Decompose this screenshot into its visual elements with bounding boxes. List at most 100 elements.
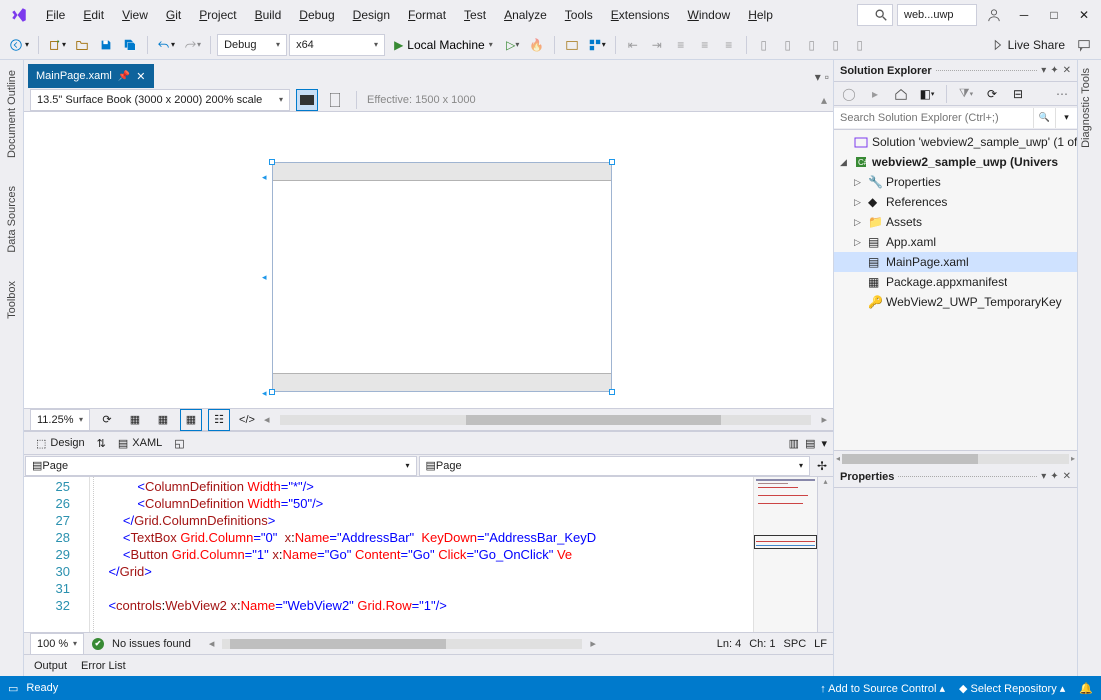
rail-diagnostic-tools[interactable]: Diagnostic Tools [1078, 60, 1094, 156]
panel-close-icon[interactable]: ✕ [1063, 65, 1071, 76]
code-vscroll[interactable]: ▴ [817, 477, 833, 632]
orient-port-icon[interactable] [324, 89, 346, 111]
designer-canvas[interactable]: ◂ ◂ ◂ [24, 112, 833, 408]
popout-icon[interactable]: ◱ [174, 437, 184, 450]
tree-node[interactable]: ▦Package.appxmanifest [834, 272, 1077, 292]
start-nodbg-button[interactable]: ▷▾ [502, 34, 524, 56]
feedback-icon[interactable] [1073, 34, 1095, 56]
split-editor-icon[interactable]: ✢ [811, 455, 833, 477]
add-source-control[interactable]: ↑ Add to Source Control ▴ [820, 682, 945, 695]
close-button[interactable]: ✕ [1071, 2, 1097, 28]
menu-help[interactable]: Help [740, 4, 781, 26]
code-editor[interactable]: 2526272829303132 <ColumnDefinition Width… [24, 477, 833, 632]
panel-hscroll[interactable]: ◂▸ [834, 450, 1077, 466]
split-v-icon[interactable]: ▤ [805, 437, 815, 450]
start-button[interactable]: ▶Local Machine▾ [387, 34, 500, 56]
panel-menu-icon[interactable]: ▾ [1041, 65, 1046, 76]
tab-close-icon[interactable]: ✕ [136, 70, 145, 83]
collapse-all-icon[interactable]: ⊟ [1007, 83, 1029, 105]
solution-search[interactable]: 🔍 ▾ [834, 106, 1077, 130]
tree-node[interactable]: ▷📁Assets [834, 212, 1077, 232]
save-button[interactable] [95, 34, 117, 56]
tabwell-menu-icon[interactable]: ▾ [815, 70, 821, 84]
grid1-icon[interactable]: ▦ [124, 409, 146, 431]
max-button[interactable]: □ [1041, 2, 1067, 28]
search-go-icon[interactable]: 🔍 [1033, 108, 1055, 128]
more-icon[interactable]: ⋯ [1051, 83, 1073, 105]
split-h-icon[interactable]: ▥ [789, 437, 799, 450]
solution-tree[interactable]: Solution 'webview2_sample_uwp' (1 of◢C#w… [834, 130, 1077, 450]
menu-debug[interactable]: Debug [291, 4, 342, 26]
tree-node[interactable]: ▷▤App.xaml [834, 232, 1077, 252]
swap-panes-icon[interactable]: ⇅ [97, 437, 106, 450]
tabwell-more-icon[interactable]: ▫ [825, 70, 829, 84]
code-member-combo[interactable]: ▤ Page▾ [419, 456, 811, 476]
notifications-icon[interactable]: 🔔 [1079, 682, 1093, 695]
pin-icon[interactable]: ✦ [1050, 65, 1058, 76]
filter-icon[interactable]: ⧩▾ [955, 83, 977, 105]
redo-button[interactable]: ▾ [180, 34, 204, 56]
tree-node[interactable]: Solution 'webview2_sample_uwp' (1 of [834, 132, 1077, 152]
layout-icon[interactable]: ▾ [585, 34, 609, 56]
menu-build[interactable]: Build [247, 4, 290, 26]
open-button[interactable] [71, 34, 93, 56]
search-drop-icon[interactable]: ▾ [1055, 108, 1077, 128]
zoom-combo[interactable]: 11.25%▾ [30, 409, 90, 431]
save-all-button[interactable] [119, 34, 141, 56]
tree-node[interactable]: ▷🔧Properties [834, 172, 1077, 192]
user-icon[interactable] [981, 2, 1007, 28]
rail-document-outline[interactable]: Document Outline [4, 66, 20, 162]
menu-edit[interactable]: Edit [75, 4, 112, 26]
issues-status[interactable] [92, 637, 108, 650]
switch-view-icon[interactable]: ◧▾ [916, 83, 938, 105]
menu-file[interactable]: File [38, 4, 73, 26]
title-project[interactable]: web...uwp [897, 4, 977, 26]
tree-node[interactable]: 🔑WebView2_UWP_TemporaryKey [834, 292, 1077, 312]
menu-window[interactable]: Window [680, 4, 739, 26]
design-root-element[interactable] [272, 162, 612, 392]
minimap[interactable] [753, 477, 817, 632]
menu-git[interactable]: Git [158, 4, 189, 26]
menu-view[interactable]: View [114, 4, 156, 26]
menu-format[interactable]: Format [400, 4, 454, 26]
menu-project[interactable]: Project [191, 4, 244, 26]
tab-mainpage-xaml[interactable]: MainPage.xaml 📌 ✕ [28, 64, 154, 88]
code-scope-combo[interactable]: ▤ Page▾ [25, 456, 417, 476]
snapline-icon[interactable]: ☷ [208, 409, 230, 431]
liveshare-button[interactable]: Live Share [984, 34, 1071, 56]
tree-node[interactable]: ◢C#webview2_sample_uwp (Univers [834, 152, 1077, 172]
back-icon[interactable]: ◯ [838, 83, 860, 105]
designer-hscroll[interactable] [280, 415, 812, 425]
tree-node[interactable]: ▷◆References [834, 192, 1077, 212]
design-tab[interactable]: ⬚Design [30, 435, 91, 452]
menu-analyze[interactable]: Analyze [496, 4, 555, 26]
select-repository[interactable]: ◆ Select Repository ▴ [959, 682, 1065, 695]
sync-icon[interactable]: ⟳ [981, 83, 1003, 105]
menu-tools[interactable]: Tools [557, 4, 601, 26]
code-toggle-icon[interactable]: </> [236, 409, 258, 431]
refresh-icon[interactable]: ⟳ [96, 409, 118, 431]
back-button[interactable]: ▾ [6, 34, 32, 56]
grid2-icon[interactable]: ▦ [152, 409, 174, 431]
menu-test[interactable]: Test [456, 4, 494, 26]
hot-reload-icon[interactable]: 🔥 [526, 34, 548, 56]
pin-icon[interactable]: 📌 [118, 71, 130, 82]
pin-icon[interactable]: ✦ [1050, 471, 1058, 482]
new-item-button[interactable]: ▾ [45, 34, 69, 56]
status-mode-icon[interactable]: ▭ [8, 682, 18, 695]
rail-data-sources[interactable]: Data Sources [4, 182, 20, 257]
platform-combo[interactable]: x64▾ [289, 34, 385, 56]
min-button[interactable]: ─ [1011, 2, 1037, 28]
editor-hscroll[interactable] [222, 639, 582, 649]
orient-land-icon[interactable] [296, 89, 318, 111]
title-search[interactable] [857, 4, 893, 26]
collapse-icon[interactable]: ▾ [821, 437, 827, 450]
panel-close-icon[interactable]: ✕ [1063, 471, 1071, 482]
menu-extensions[interactable]: Extensions [603, 4, 678, 26]
undo-button[interactable]: ▾ [154, 34, 178, 56]
snap-icon[interactable]: ▦ [180, 409, 202, 431]
editor-zoom[interactable]: 100 %▾ [30, 633, 84, 655]
config-combo[interactable]: Debug▾ [217, 34, 287, 56]
fwd-icon[interactable]: ▸ [864, 83, 886, 105]
bottom-tab-error-list[interactable]: Error List [81, 660, 126, 672]
